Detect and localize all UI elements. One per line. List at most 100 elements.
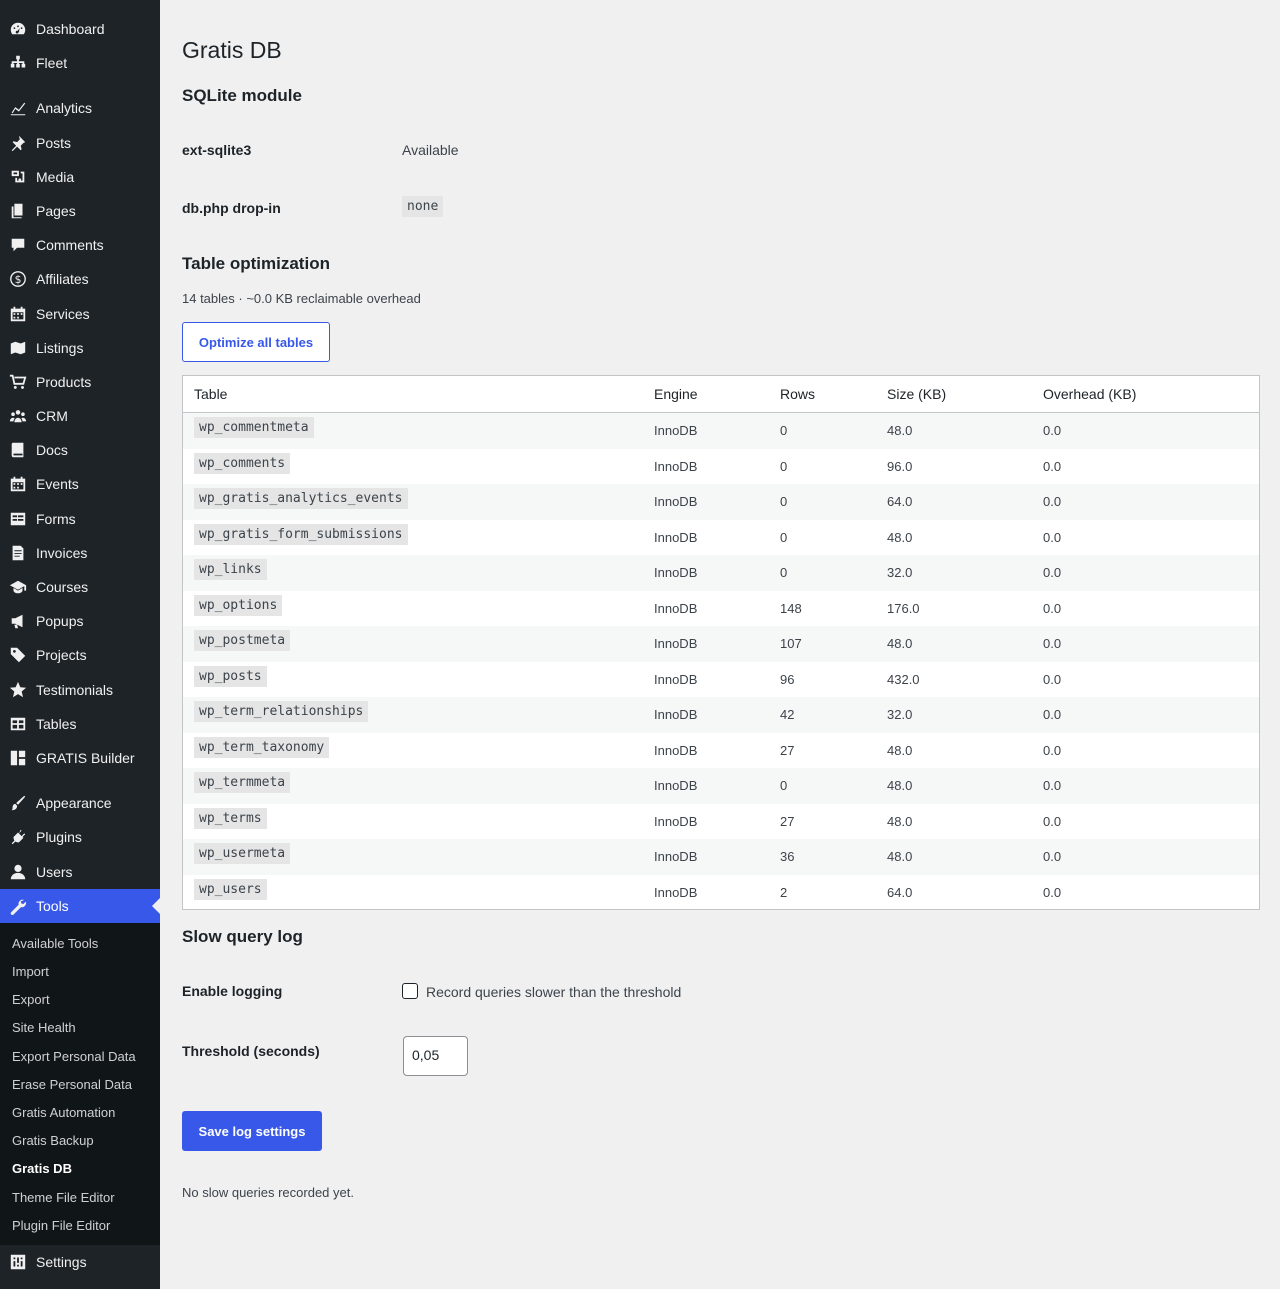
table-name-code: wp_postmeta xyxy=(194,630,291,651)
sidebar-item-pages[interactable]: Pages xyxy=(0,194,160,228)
table-cell-rows: 2 xyxy=(780,884,788,900)
submenu-item-theme-file-editor[interactable]: Theme File Editor xyxy=(12,1190,115,1205)
sidebar-item-dashboard[interactable]: Dashboard xyxy=(0,12,160,46)
table-cell-rows: 0 xyxy=(780,494,788,509)
table-cell-name: wp_posts xyxy=(194,665,267,687)
table-cell-overhead: 0.0 xyxy=(1043,565,1062,580)
submenu-item-site-health[interactable]: Site Health xyxy=(12,1020,76,1035)
table-name-code: wp_term_taxonomy xyxy=(194,736,330,758)
sidebar-item-media[interactable]: Media xyxy=(0,160,160,194)
tables-table: Table Engine Rows Size (KB) Overhead (KB… xyxy=(182,375,1260,910)
table-row: wp_posts InnoDB 96 432.0 0.0 xyxy=(183,662,1259,698)
table-cell-rows: 27 xyxy=(780,813,795,829)
sidebar-item-tables[interactable]: Tables xyxy=(0,707,160,741)
sidebar-item-projects[interactable]: Projects xyxy=(0,638,160,672)
sidebar-item-popups[interactable]: Popups xyxy=(0,604,160,638)
sidebar-item-crm[interactable]: CRM xyxy=(0,399,160,433)
enable-logging-checkbox[interactable] xyxy=(402,983,418,999)
sidebar-item-comments[interactable]: Comments xyxy=(0,228,160,262)
sidebar-item-listings[interactable]: Listings xyxy=(0,331,160,365)
sidebar-item-analytics[interactable]: Analytics xyxy=(0,91,160,125)
table-cell-rows: 42 xyxy=(780,707,795,722)
table-cell-engine: InnoDB xyxy=(654,636,698,651)
sidebar-item-appearance[interactable]: Appearance xyxy=(0,786,160,820)
table-cell-rows: 0 xyxy=(780,529,788,545)
submenu-item-export-personal-data[interactable]: Export Personal Data xyxy=(12,1049,136,1064)
table-cell-size: 96.0 xyxy=(887,458,913,474)
submenu-item-available-tools[interactable]: Available Tools xyxy=(12,936,98,951)
sidebar-item-products[interactable]: Products xyxy=(0,365,160,399)
sidebar-item-plugins[interactable]: Plugins xyxy=(0,820,160,854)
cart-icon xyxy=(8,372,28,392)
submenu-item-export[interactable]: Export xyxy=(12,992,50,1007)
comment-icon xyxy=(8,235,28,255)
wrench-icon xyxy=(8,896,28,916)
sidebar-item-gratis-builder[interactable]: GRATIS Builder xyxy=(0,741,160,775)
table-cell-name: wp_options xyxy=(194,594,283,616)
table-cell-overhead: 0.0 xyxy=(1043,458,1062,474)
table-row: wp_gratis_form_submissions InnoDB 0 48.0 0.0 xyxy=(183,520,1259,556)
sidebar-item-forms[interactable]: Forms xyxy=(0,502,160,536)
dropin-value: none xyxy=(402,196,444,217)
sidebar-item-label: Analytics xyxy=(36,100,93,116)
media-icon xyxy=(8,167,28,187)
sidebar-item-label: CRM xyxy=(36,408,68,424)
column-header-size: Size (KB) xyxy=(887,386,947,402)
table-header-row: Table Engine Rows Size (KB) Overhead (KB… xyxy=(183,376,1259,413)
table-cell-size: 32.0 xyxy=(887,707,913,722)
sidebar-item-settings[interactable]: Settings xyxy=(0,1245,160,1279)
submenu-item-plugin-file-editor[interactable]: Plugin File Editor xyxy=(12,1218,110,1233)
optimization-summary: 14 tables · ~0.0 KB reclaimable overhead xyxy=(182,291,421,306)
table-cell-size: 48.0 xyxy=(887,636,913,651)
table-row: wp_links InnoDB 0 32.0 0.0 xyxy=(183,555,1259,591)
table-cell-name: wp_commentmeta xyxy=(194,417,314,438)
threshold-input[interactable]: 0,05 xyxy=(403,1036,468,1076)
table-cell-size: 48.0 xyxy=(887,813,913,829)
submenu-item-erase-personal-data[interactable]: Erase Personal Data xyxy=(12,1077,132,1092)
sidebar-item-tools[interactable]: Tools xyxy=(0,889,160,923)
plugin-icon xyxy=(8,827,28,847)
table-cell-overhead: 0.0 xyxy=(1043,494,1062,509)
sidebar-item-courses[interactable]: Courses xyxy=(0,570,160,604)
save-log-settings-button[interactable]: Save log settings xyxy=(182,1111,322,1151)
table-cell-size: 64.0 xyxy=(887,494,913,509)
submenu-item-import[interactable]: Import xyxy=(12,964,49,979)
chart-icon xyxy=(8,98,28,118)
sidebar-item-label: Settings xyxy=(36,1254,87,1270)
table-cell-rows: 148 xyxy=(780,600,802,616)
sidebar-item-label: Popups xyxy=(36,613,84,629)
sidebar-item-posts[interactable]: Posts xyxy=(0,126,160,160)
ext-sqlite-status: Available xyxy=(402,142,459,158)
sidebar-item-label: Tables xyxy=(36,716,77,732)
sidebar-item-users[interactable]: Users xyxy=(0,855,160,889)
sidebar-item-events[interactable]: Events xyxy=(0,467,160,501)
table-cell-rows: 0 xyxy=(780,565,788,580)
sidebar-item-fleet[interactable]: Fleet xyxy=(0,46,160,80)
enable-logging-checkbox-label[interactable]: Record queries slower than the threshold xyxy=(426,984,681,1000)
sidebar-item-label: Plugins xyxy=(36,829,82,845)
table-row: wp_commentmeta InnoDB 0 48.0 0.0 xyxy=(183,413,1259,449)
table-cell-name: wp_terms xyxy=(194,807,267,829)
table-name-code: wp_users xyxy=(194,878,267,900)
table-name-code: wp_gratis_form_submissions xyxy=(194,523,408,545)
submenu-item-gratis-automation[interactable]: Gratis Automation xyxy=(12,1105,115,1120)
table-cell-overhead: 0.0 xyxy=(1043,884,1062,900)
sidebar-item-label: Media xyxy=(36,169,75,185)
optimization-heading: Table optimization xyxy=(182,254,330,273)
sidebar-item-invoices[interactable]: Invoices xyxy=(0,536,160,570)
column-header-overhead: Overhead (KB) xyxy=(1043,386,1137,402)
submenu-item-gratis-backup[interactable]: Gratis Backup xyxy=(12,1133,94,1148)
sidebar-item-label: GRATIS Builder xyxy=(36,750,135,766)
sidebar-item-docs[interactable]: Docs xyxy=(0,433,160,467)
sidebar-item-testimonials[interactable]: Testimonials xyxy=(0,673,160,707)
table-name-code: wp_posts xyxy=(194,665,267,687)
sidebar-item-services[interactable]: Services xyxy=(0,297,160,331)
optimize-all-button[interactable]: Optimize all tables xyxy=(182,322,330,362)
invoice-icon xyxy=(8,543,28,563)
sidebar-item-affiliates[interactable]: $ Affiliates xyxy=(0,262,160,296)
submenu-item-gratis-db[interactable]: Gratis DB xyxy=(12,1161,72,1176)
user-icon xyxy=(8,862,28,882)
table-cell-engine: InnoDB xyxy=(654,458,698,474)
table-cell-engine: InnoDB xyxy=(654,423,698,438)
table-cell-name: wp_termmeta xyxy=(194,772,291,793)
